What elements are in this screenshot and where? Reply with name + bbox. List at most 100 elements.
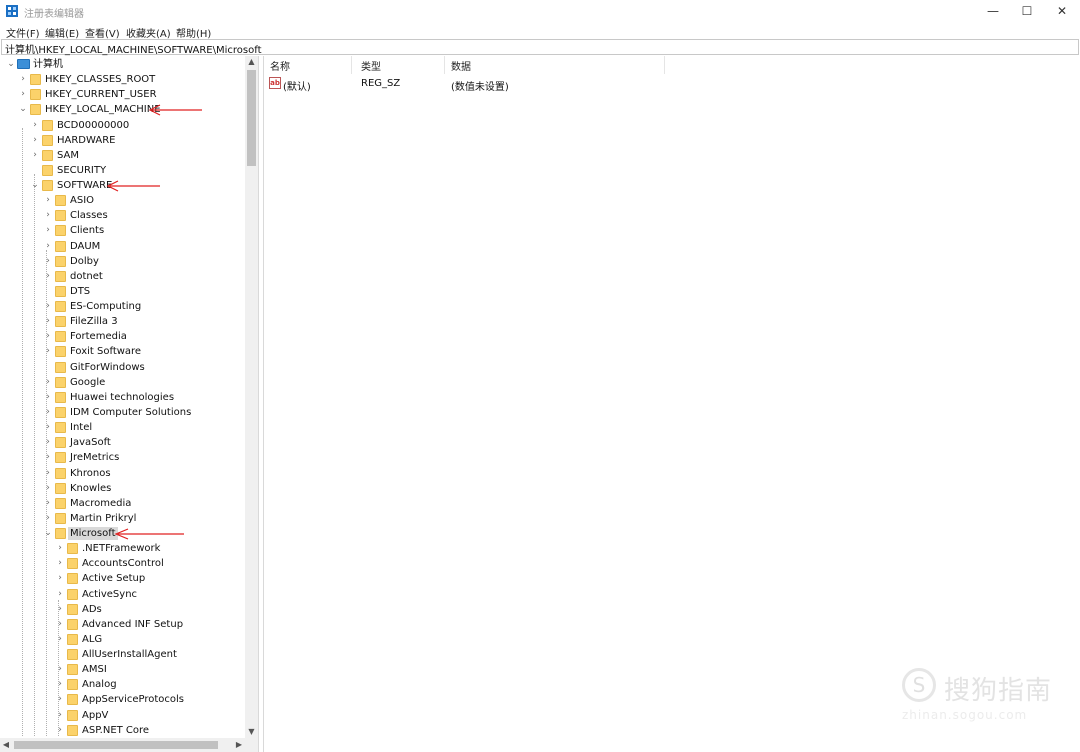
tree-item[interactable]: › ADs <box>0 602 245 617</box>
tree-item[interactable]: › ASIO <box>0 193 245 208</box>
tree-item[interactable]: DTS <box>0 284 245 299</box>
address-bar[interactable]: 计算机\HKEY_LOCAL_MACHINE\SOFTWARE\Microsof… <box>1 39 1079 56</box>
chevron-right-icon[interactable]: › <box>43 482 53 494</box>
chevron-right-icon[interactable]: › <box>43 497 53 509</box>
tree-item[interactable]: › .NETFramework <box>0 541 245 556</box>
tree-item[interactable]: › HARDWARE <box>0 133 245 148</box>
chevron-right-icon[interactable]: › <box>43 436 53 448</box>
tree-item[interactable]: ⌄ HKEY_LOCAL_MACHINE <box>0 102 245 117</box>
menu-edit[interactable]: 编辑(E) <box>45 25 79 40</box>
tree-item[interactable]: › Analog <box>0 677 245 692</box>
tree-item[interactable]: › Dolby <box>0 254 245 269</box>
tree-item[interactable]: › AccountsControl <box>0 556 245 571</box>
tree-item[interactable]: › SAM <box>0 148 245 163</box>
chevron-right-icon[interactable]: › <box>43 255 53 267</box>
chevron-right-icon[interactable]: › <box>55 724 65 736</box>
menu-view[interactable]: 查看(V) <box>85 25 120 40</box>
chevron-down-icon[interactable]: ⌄ <box>30 179 40 191</box>
chevron-right-icon[interactable]: › <box>30 134 40 146</box>
column-separator[interactable] <box>664 56 665 74</box>
tree-item[interactable]: › JavaSoft <box>0 435 245 450</box>
tree-pane[interactable]: ⌄ 计算机 › HKEY_CLASSES_ROOT › HKEY_CURRENT_US… <box>0 56 259 752</box>
chevron-right-icon[interactable]: › <box>55 572 65 584</box>
column-header-name[interactable]: 名称 <box>270 58 290 74</box>
chevron-right-icon[interactable]: › <box>55 633 65 645</box>
chevron-right-icon[interactable]: › <box>43 315 53 327</box>
tree-item[interactable]: › ES-Computing <box>0 299 245 314</box>
chevron-right-icon[interactable]: › <box>43 406 53 418</box>
tree-item[interactable]: › AppServiceProtocols <box>0 692 245 707</box>
column-header-data[interactable]: 数据 <box>451 58 471 74</box>
tree-item[interactable]: › Active Setup <box>0 571 245 586</box>
menu-file[interactable]: 文件(F) <box>6 25 40 40</box>
column-separator[interactable] <box>351 56 352 74</box>
tree-item[interactable]: › IDM Computer Solutions <box>0 405 245 420</box>
tree-item[interactable]: › Knowles <box>0 481 245 496</box>
tree-item[interactable]: › FileZilla 3 <box>0 314 245 329</box>
maximize-button[interactable]: ☐ <box>1010 0 1044 23</box>
tree-item[interactable]: › ALG <box>0 632 245 647</box>
scroll-right-arrow-icon[interactable]: ▶ <box>233 738 245 752</box>
tree-item[interactable]: › Advanced INF Setup <box>0 617 245 632</box>
vertical-scroll-thumb[interactable] <box>247 70 256 166</box>
chevron-right-icon[interactable]: › <box>18 73 28 85</box>
tree-item[interactable]: › Google <box>0 375 245 390</box>
tree-item[interactable]: › Classes <box>0 208 245 223</box>
chevron-right-icon[interactable]: › <box>55 557 65 569</box>
tree-item[interactable]: GitForWindows <box>0 360 245 375</box>
chevron-right-icon[interactable]: › <box>55 588 65 600</box>
menu-favorites[interactable]: 收藏夹(A) <box>126 25 171 40</box>
tree-item[interactable]: › Martin Prikryl <box>0 511 245 526</box>
chevron-right-icon[interactable]: › <box>43 240 53 252</box>
chevron-right-icon[interactable]: › <box>43 224 53 236</box>
horizontal-scroll-thumb[interactable] <box>14 741 218 749</box>
chevron-right-icon[interactable]: › <box>55 603 65 615</box>
chevron-right-icon[interactable]: › <box>43 330 53 342</box>
tree-item-computer[interactable]: ⌄ 计算机 <box>0 57 245 72</box>
chevron-right-icon[interactable]: › <box>55 709 65 721</box>
tree-item[interactable]: › JreMetrics <box>0 450 245 465</box>
chevron-right-icon[interactable]: › <box>43 391 53 403</box>
chevron-right-icon[interactable]: › <box>43 451 53 463</box>
chevron-right-icon[interactable]: › <box>43 194 53 206</box>
chevron-right-icon[interactable]: › <box>55 542 65 554</box>
tree-item[interactable]: › DAUM <box>0 239 245 254</box>
column-header-type[interactable]: 类型 <box>361 58 381 74</box>
tree-horizontal-scrollbar[interactable]: ◀ ▶ <box>0 738 245 752</box>
tree-item[interactable]: › Khronos <box>0 466 245 481</box>
chevron-right-icon[interactable]: › <box>43 345 53 357</box>
values-list-pane[interactable]: 名称 类型 数据 ab (默认) REG_SZ (数值未设置) <box>263 56 1080 752</box>
chevron-right-icon[interactable]: › <box>55 663 65 675</box>
tree-item[interactable]: › Huawei technologies <box>0 390 245 405</box>
chevron-down-icon[interactable]: ⌄ <box>43 527 53 539</box>
tree-item[interactable]: › Fortemedia <box>0 329 245 344</box>
tree-item[interactable]: › Foxit Software <box>0 344 245 359</box>
chevron-right-icon[interactable]: › <box>30 119 40 131</box>
chevron-right-icon[interactable]: › <box>43 376 53 388</box>
tree-item[interactable]: › Macromedia <box>0 496 245 511</box>
chevron-down-icon[interactable]: ⌄ <box>18 103 28 115</box>
chevron-right-icon[interactable]: › <box>55 678 65 690</box>
scroll-up-arrow-icon[interactable]: ▲ <box>245 56 258 68</box>
chevron-right-icon[interactable]: › <box>18 88 28 100</box>
chevron-right-icon[interactable]: › <box>30 149 40 161</box>
tree-item[interactable]: › Intel <box>0 420 245 435</box>
tree-item[interactable]: › BCD00000000 <box>0 118 245 133</box>
minimize-button[interactable]: — <box>976 0 1010 23</box>
tree-vertical-scrollbar[interactable]: ▲ ▼ <box>245 56 258 738</box>
chevron-right-icon[interactable]: › <box>43 270 53 282</box>
tree-item[interactable]: › AppV <box>0 708 245 723</box>
chevron-right-icon[interactable]: › <box>43 209 53 221</box>
tree-item[interactable]: › HKEY_CURRENT_USER <box>0 87 245 102</box>
tree-item[interactable]: AllUserInstallAgent <box>0 647 245 662</box>
chevron-right-icon[interactable]: › <box>43 512 53 524</box>
chevron-right-icon[interactable]: › <box>55 618 65 630</box>
chevron-right-icon[interactable]: › <box>43 421 53 433</box>
tree-item[interactable]: › HKEY_CLASSES_ROOT <box>0 72 245 87</box>
tree-item[interactable]: › AMSI <box>0 662 245 677</box>
tree-item[interactable]: › ASP.NET Core <box>0 723 245 738</box>
scroll-down-arrow-icon[interactable]: ▼ <box>245 726 258 738</box>
scroll-left-arrow-icon[interactable]: ◀ <box>0 738 12 752</box>
close-button[interactable]: ✕ <box>1045 0 1079 23</box>
chevron-down-icon[interactable]: ⌄ <box>6 58 16 70</box>
